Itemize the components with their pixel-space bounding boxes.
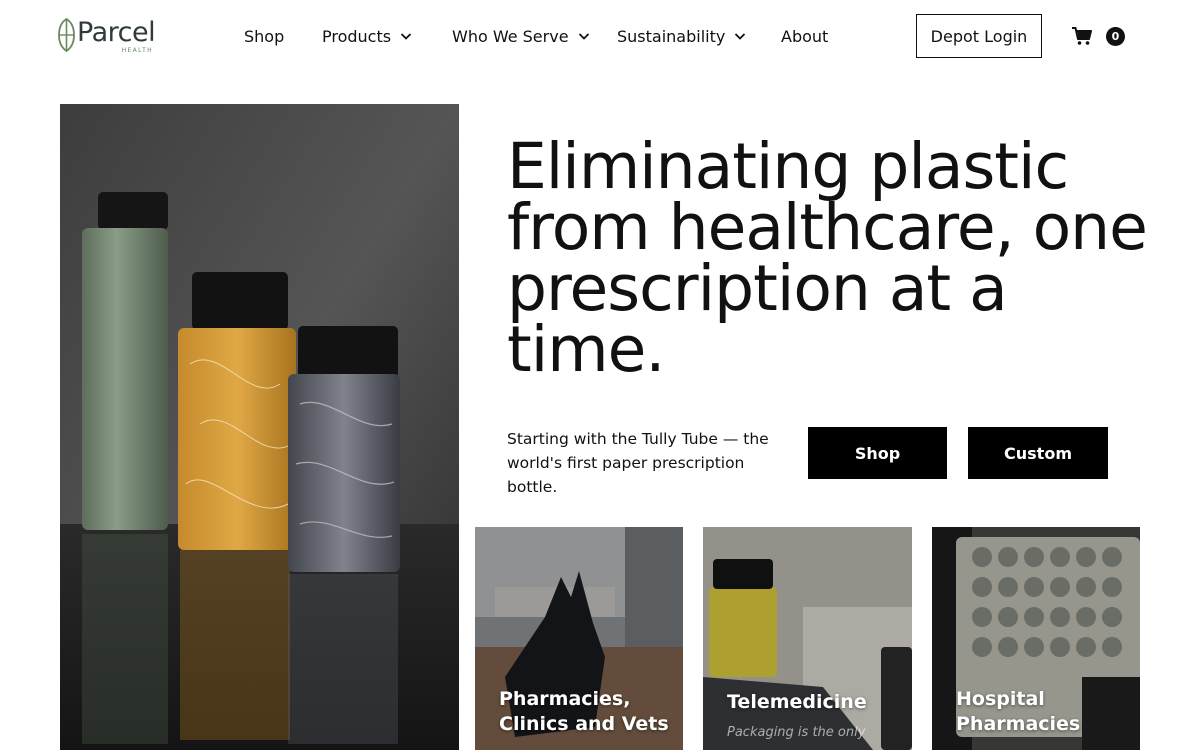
nav-label: Products — [322, 26, 392, 46]
nav-label: Sustainability — [617, 26, 726, 46]
telemedicine-photo — [703, 527, 912, 750]
custom-button[interactable]: Custom — [968, 427, 1108, 479]
nav-item-who-we-serve[interactable]: Who We Serve — [452, 24, 591, 48]
paper-bottles-illustration — [60, 104, 459, 750]
card-label: Hospital Pharmacies — [956, 688, 1081, 735]
card-label: Telemedicine — [727, 691, 867, 713]
logo-wordmark: Parcel — [77, 17, 156, 48]
nav-label: Shop — [244, 26, 285, 46]
card-label: Pharmacies, Clinics and Vets — [499, 688, 669, 735]
hero-headline: Eliminating plastic from healthcare, one… — [507, 130, 1148, 386]
depot-login-button[interactable]: Depot Login — [916, 14, 1042, 58]
shop-button[interactable]: Shop — [808, 427, 947, 479]
card-hospital-pharmacies[interactable]: Hospital Pharmacies — [932, 527, 1140, 750]
card-telemedicine[interactable]: Telemedicine Packaging is the only — [703, 527, 912, 750]
nav-item-shop[interactable]: Shop — [244, 24, 284, 48]
nav-item-products[interactable]: Products — [322, 24, 413, 48]
nav-label: About — [781, 26, 829, 46]
hero-subtext: Starting with the Tully Tube — the world… — [507, 430, 769, 496]
hero-product-image — [60, 104, 459, 750]
site-header: Parcel HEALTH Shop Products Who We Serve… — [0, 0, 1200, 72]
parcel-health-logo[interactable]: Parcel HEALTH — [58, 16, 168, 56]
card-pharmacies-clinics-vets[interactable]: Pharmacies, Clinics and Vets — [475, 527, 683, 750]
card-caption: Packaging is the only — [727, 725, 866, 740]
shopping-cart-icon[interactable] — [1071, 25, 1093, 47]
cart-count-badge: 0 — [1106, 27, 1125, 46]
chevron-down-icon — [735, 33, 746, 40]
nav-label: Who We Serve — [452, 26, 569, 46]
chevron-down-icon — [578, 33, 589, 40]
logo-subtext: HEALTH — [121, 47, 154, 54]
chevron-down-icon — [400, 33, 412, 40]
nav-item-about[interactable]: About — [781, 24, 828, 48]
nav-item-sustainability[interactable]: Sustainability — [617, 24, 747, 48]
leaf-mark-icon — [58, 18, 75, 52]
